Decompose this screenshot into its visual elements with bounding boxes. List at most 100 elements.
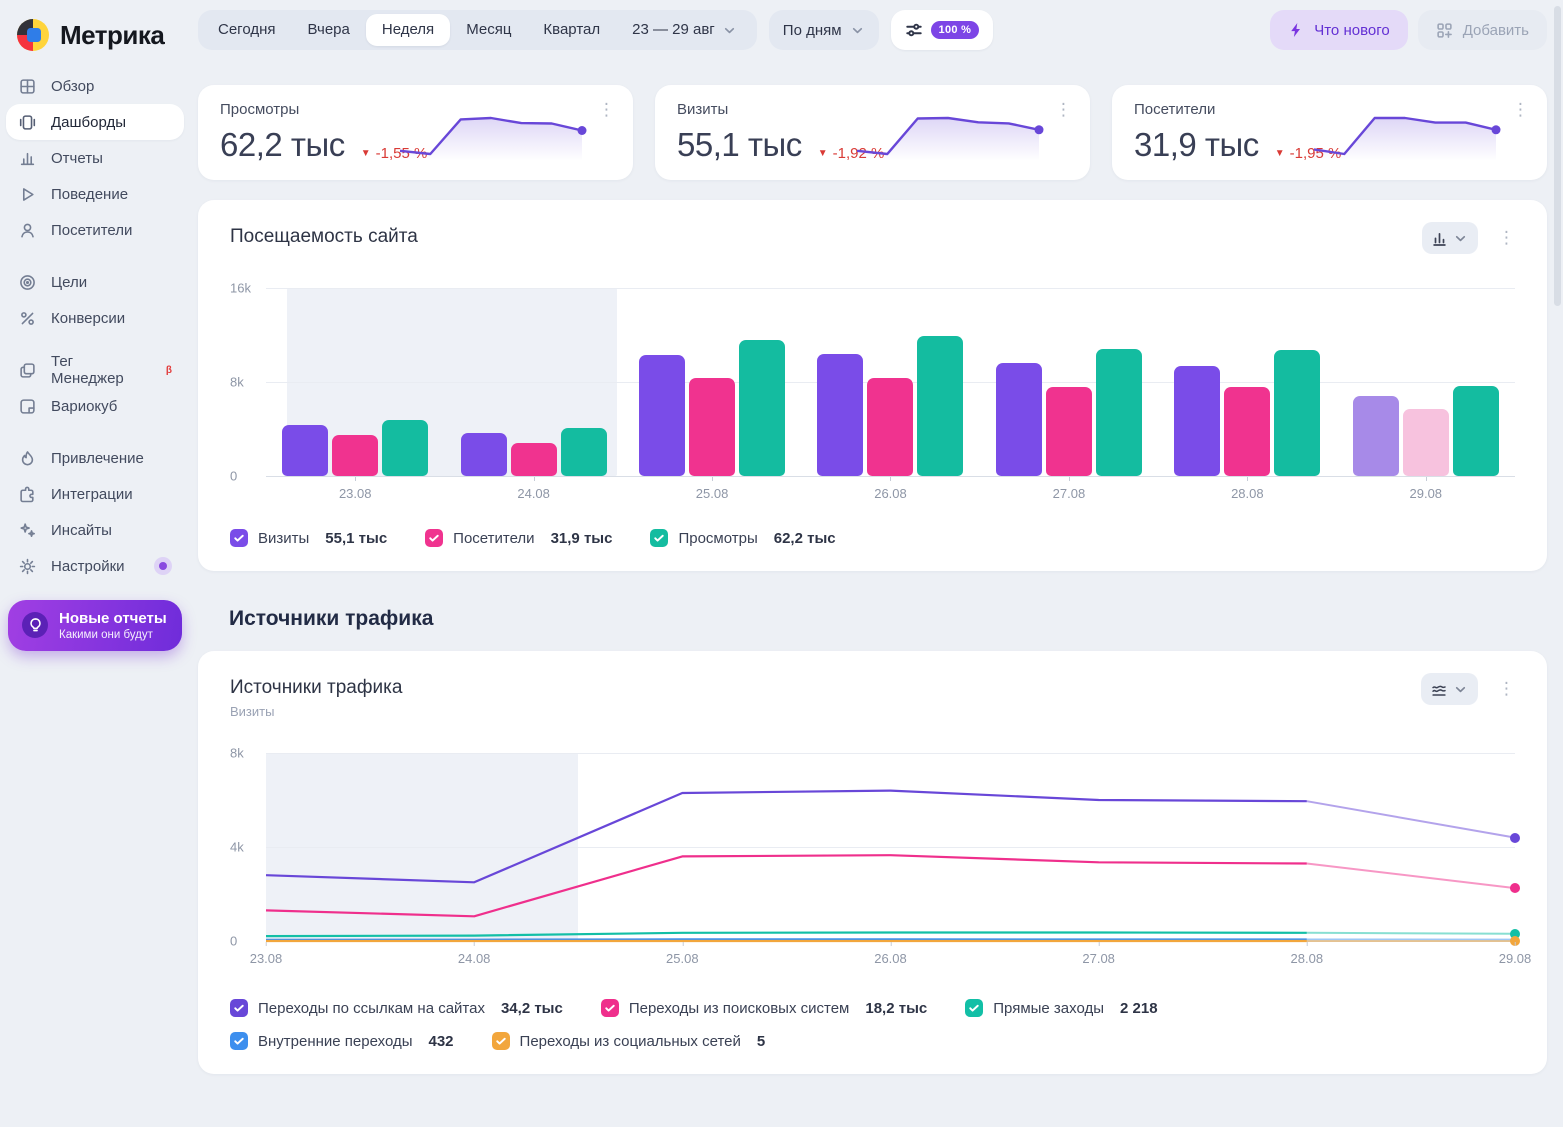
variocube-icon [18,397,37,416]
app-logo[interactable]: Метрика [0,12,190,68]
bar-просмотры-26.08[interactable] [917,336,963,476]
legend-checkbox[interactable] [492,1032,510,1050]
legend-checkbox[interactable] [425,529,443,547]
bar-посетители-28.08[interactable] [1224,387,1270,476]
legend-checkbox[interactable] [965,999,983,1017]
sidebar-item-variocube[interactable]: Вариокуб [6,388,184,424]
x-axis-tick-label: 26.08 [801,486,979,501]
legend-label: Переходы из поисковых систем [629,1000,850,1017]
legend-checkbox[interactable] [230,1032,248,1050]
sidebar-item-conversions[interactable]: Конверсии [6,300,184,336]
sidebar-item-tag-manager[interactable]: Тег Менеджерβ [6,352,184,388]
dashboards-icon [18,113,37,132]
bar-просмотры-24.08[interactable] [561,428,607,476]
legend-value: 432 [429,1033,454,1050]
sidebar-item-visitors[interactable]: Посетители [6,212,184,248]
legend-item[interactable]: Посетители31,9 тыс [425,529,612,547]
legend-checkbox[interactable] [230,999,248,1017]
legend-item[interactable]: Переходы по ссылкам на сайтах34,2 тыс [230,999,563,1017]
chart-type-select[interactable] [1421,673,1478,705]
insights-icon [18,521,37,540]
period-tab-сегодня[interactable]: Сегодня [202,14,292,46]
bar-визиты-26.08[interactable] [817,354,863,476]
period-tab-вчера[interactable]: Вчера [292,14,366,46]
x-axis-tick-label: 24.08 [458,951,491,966]
kebab-menu-icon[interactable]: ⋮ [1049,97,1078,122]
promo-subtitle: Какими они будут [59,629,167,641]
legend-item[interactable]: Просмотры62,2 тыс [650,529,835,547]
series-end-dot [1510,833,1520,843]
sampling-button[interactable]: 100 % [891,10,994,50]
legend-checkbox[interactable] [230,529,248,547]
legend-item[interactable]: Визиты55,1 тыс [230,529,387,547]
promo-title: Новые отчеты [59,610,167,629]
kpi-sparkline [1308,107,1503,163]
sampling-badge: 100 % [931,21,980,39]
kebab-menu-icon[interactable]: ⋮ [1492,224,1521,252]
bar-посетители-29.08[interactable] [1403,409,1449,476]
bar-визиты-23.08[interactable] [282,425,328,476]
sidebar-item-behavior[interactable]: Поведение [6,176,184,212]
x-axis-tick-label: 26.08 [874,951,907,966]
bar-просмотры-27.08[interactable] [1096,349,1142,476]
granularity-select[interactable]: По дням [769,10,879,50]
settings-icon [18,557,37,576]
legend-label: Прямые заходы [993,1000,1104,1017]
x-axis-tick-label: 29.08 [1499,951,1532,966]
bar-посетители-24.08[interactable] [511,443,557,476]
bar-просмотры-23.08[interactable] [382,420,428,476]
legend-checkbox[interactable] [650,529,668,547]
bar-визиты-25.08[interactable] [639,355,685,476]
bar-просмотры-25.08[interactable] [739,340,785,476]
beta-badge: β [166,365,172,376]
bar-визиты-29.08[interactable] [1353,396,1399,476]
bar-просмотры-28.08[interactable] [1274,350,1320,476]
kebab-menu-icon[interactable]: ⋮ [1492,675,1521,703]
date-range-select[interactable]: 23 — 29 авг [616,14,753,46]
bar-визиты-24.08[interactable] [461,433,507,476]
sidebar-item-insights[interactable]: Инсайты [6,512,184,548]
legend-item[interactable]: Переходы из поисковых систем18,2 тыс [601,999,927,1017]
chart-type-select[interactable] [1422,222,1478,254]
period-tab-месяц[interactable]: Месяц [450,14,527,46]
down-triangle-icon: ▼ [361,148,371,159]
x-axis-tick-label: 24.08 [444,486,622,501]
kebab-menu-icon[interactable]: ⋮ [1506,97,1535,122]
legend-checkbox[interactable] [601,999,619,1017]
bar-посетители-23.08[interactable] [332,435,378,476]
sidebar-item-settings[interactable]: Настройки [6,548,184,584]
sidebar-item-goals[interactable]: Цели [6,264,184,300]
legend-item[interactable]: Переходы из социальных сетей5 [492,1032,766,1050]
bar-посетители-27.08[interactable] [1046,387,1092,476]
page-scrollbar[interactable] [1554,6,1561,306]
traffic-bar-chart-card: Посещаемость сайта ⋮ 16k8k0 23.0824.0825… [198,200,1547,571]
bar-просмотры-29.08[interactable] [1453,386,1499,476]
y-axis-tick-label: 0 [230,934,237,949]
sidebar-item-reports[interactable]: Отчеты [6,140,184,176]
bar-chart-x-axis: 23.0824.0825.0826.0827.0828.0829.08 [266,486,1515,501]
bar-визиты-27.08[interactable] [996,363,1042,476]
x-axis-tick-label: 27.08 [1082,951,1115,966]
kpi-sparkline [394,107,589,163]
reports-icon [18,149,37,168]
kpi-card-1: Просмотры62,2 тыс▼-1,55 %⋮ [198,85,633,180]
sliders-icon [905,21,923,39]
bar-посетители-25.08[interactable] [689,378,735,476]
sidebar-item-integrations[interactable]: Интеграции [6,476,184,512]
kpi-value: 62,2 тыс [220,126,345,164]
period-tab-неделя[interactable]: Неделя [366,14,450,46]
sidebar-item-overview[interactable]: Обзор [6,68,184,104]
sidebar-item-attraction[interactable]: Привлечение [6,440,184,476]
sidebar-nav: ОбзорДашбордыОтчетыПоведениеПосетители Це… [0,68,190,584]
kebab-menu-icon[interactable]: ⋮ [592,97,621,122]
legend-item[interactable]: Прямые заходы2 218 [965,999,1157,1017]
add-widget-button[interactable]: Добавить [1418,10,1547,50]
bar-визиты-28.08[interactable] [1174,366,1220,476]
bar-посетители-26.08[interactable] [867,378,913,476]
sidebar-item-dashboards[interactable]: Дашборды [6,104,184,140]
goals-icon [18,273,37,292]
whats-new-button[interactable]: Что нового [1270,10,1407,50]
new-reports-promo-button[interactable]: Новые отчеты Какими они будут [8,600,182,651]
period-tab-квартал[interactable]: Квартал [527,14,616,46]
legend-item[interactable]: Внутренние переходы432 [230,1032,454,1050]
